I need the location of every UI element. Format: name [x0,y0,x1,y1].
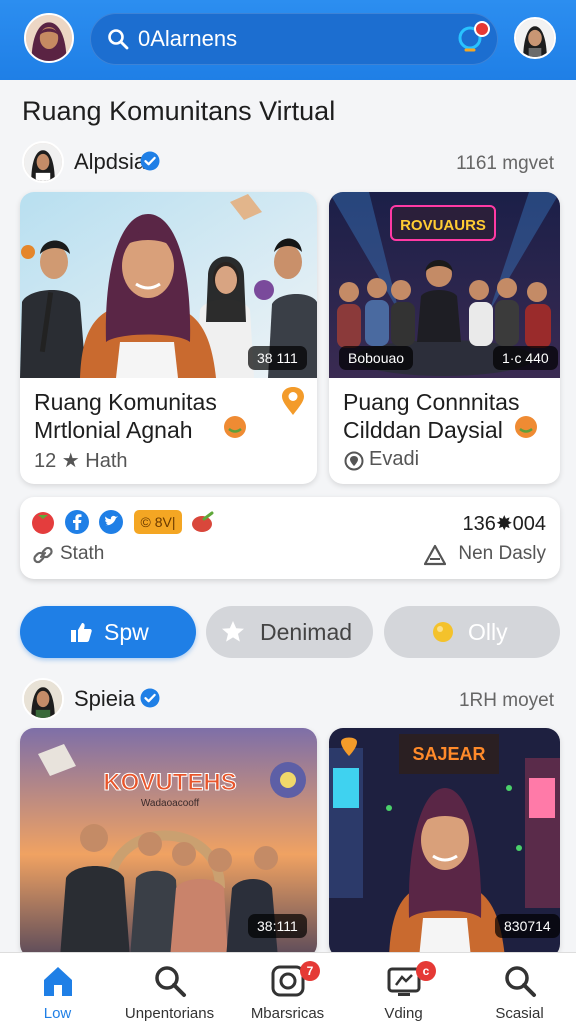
card-title: Ruang Komunitas Mrtlonial Agnah [34,388,217,444]
account-avatar[interactable] [514,17,556,59]
link-icon [33,546,53,564]
search-icon [505,966,536,997]
author-avatar-image [24,680,62,718]
nav-item-video[interactable]: c Vding [346,953,461,1024]
filter-pill-primary[interactable]: Spw [20,606,196,658]
emoji-icon [515,416,537,438]
sun-icon [433,622,453,642]
post-author-row: Spieia 1RH moyet [22,678,554,720]
location-icon [344,451,364,471]
author-name[interactable]: Spieia [74,686,135,712]
image-stat-badge: 38 111 [248,346,307,370]
banner-subtitle-text: Wadaoacooff [141,798,200,809]
notification-badge: c [416,961,436,981]
nav-label: Scasial [495,1005,544,1022]
arcade-sign-text: SAJEAR [412,744,485,764]
twitter-icon[interactable] [98,509,124,535]
info-card[interactable]: © 8V| 136✸004 Stath Nen Dasly [20,497,560,579]
info-stat: 136✸004 [462,513,547,535]
author-avatar[interactable] [22,141,64,183]
nav-label: Mbarsricas [250,1005,325,1022]
search-icon [108,29,129,50]
image-stat-badge: 38:111 [248,914,307,938]
emoji-icon [224,416,246,438]
post-author-row: Alpdsia 1161 mgvet [22,141,554,183]
neon-sign-text: ROVUAURS [400,217,486,234]
facebook-icon[interactable] [64,509,90,535]
food-icon [192,511,214,532]
card-location: Evadi [369,448,420,470]
nav-item-home[interactable]: Low [0,953,115,1024]
verified-icon [140,688,160,708]
account-avatar-image [516,19,554,57]
card-title-line: Puang Connnitas [343,389,520,415]
image-stat-badge: 1·c 440 [493,346,558,370]
community-card[interactable]: KOVUTEHS Wadaoacooff 38:111 [20,728,317,958]
search-input[interactable]: 0Alarnens [138,26,237,52]
star-icon [222,621,244,642]
author-name[interactable]: Alpdsia [74,149,146,175]
community-card[interactable]: 38 111 Ruang Komunitas Mrtlonial Agnah 1… [20,192,317,484]
post-meta: 1RH moyet [458,690,554,711]
nav-label: Vding [384,1005,423,1022]
nav-item-social[interactable]: Scasial [462,953,576,1024]
card-title: Puang Connnitas Cilddan Daysial [343,388,519,444]
author-avatar-image [24,143,62,181]
nav-item-media[interactable]: 7 Mbarsricas [230,953,345,1024]
verified-icon [140,151,160,171]
community-card[interactable]: SAJEAR 830714 [329,728,560,958]
image-label-badge: Bobouao [339,346,414,370]
card-title-line: Mrtlonial Agnah [34,417,193,443]
post-meta: 1161 mgvet [456,153,554,174]
warning-icon [424,544,446,566]
search-icon [155,966,186,997]
nav-label: Low [43,1005,72,1022]
card-title-line: Cilddan Daysial [343,417,503,443]
thumbs-up-icon [71,623,92,642]
banner-title-text: KOVUTEHS [103,769,236,796]
card-stats: 12 ★ Hath [34,450,128,472]
profile-avatar[interactable] [24,13,74,63]
info-right-label: Nen Dasly [458,543,546,564]
filter-pill-secondary[interactable]: Denimad [206,606,373,658]
search-bar[interactable]: 0Alarnens [90,13,498,65]
pill-label: Olly [468,619,508,645]
filter-pill-tertiary[interactable]: Olly [384,606,560,658]
pill-label: Spw [104,619,149,645]
page-title: Ruang Komunitans Virtual [22,96,336,126]
nav-label: Unpentorians [124,1005,215,1022]
notification-badge: 7 [300,961,320,981]
nav-item-explore[interactable]: Unpentorians [112,953,227,1024]
notification-badge [474,21,490,37]
community-card[interactable]: ROVUAURS Bobouao 1·c 440 Puang Connnitas [329,192,560,484]
top-bar: 0Alarnens [0,0,576,80]
location-pin-icon [282,387,304,415]
home-icon [44,967,72,996]
profile-avatar-image [26,15,72,61]
card-title-line: Ruang Komunitas [34,389,217,415]
author-avatar[interactable] [22,678,64,720]
info-link-label[interactable]: Stath [60,543,104,565]
tag-chip[interactable]: © 8V| [134,510,182,534]
image-stat-badge: 830714 [495,914,560,938]
pill-label: Denimad [260,619,353,645]
tomato-icon [32,512,54,534]
bottom-navigation: Low Unpentorians 7 Mbarsricas c Vding Sc… [0,952,576,1024]
